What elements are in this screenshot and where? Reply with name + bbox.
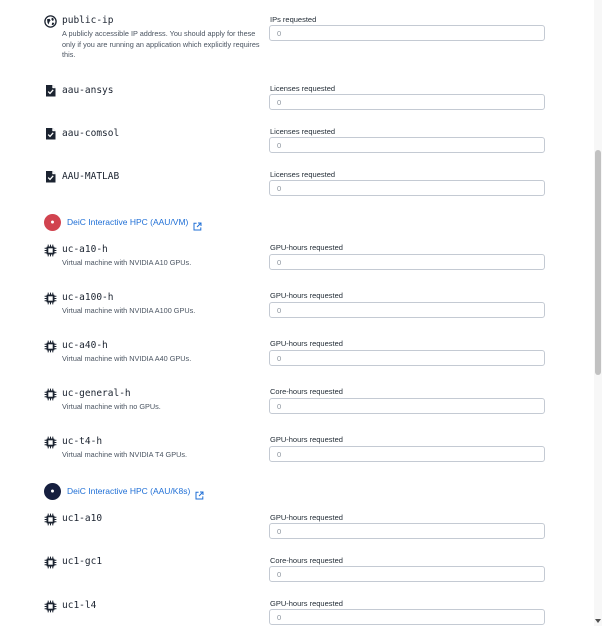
gpu-hours-requested-input[interactable] <box>269 523 545 539</box>
scroll-down-arrow-icon[interactable] <box>595 619 601 623</box>
resource-description: A publicly accessible IP address. You sh… <box>62 29 260 60</box>
vertical-scrollbar[interactable] <box>594 0 602 626</box>
product-name: uc-a100-h <box>62 292 114 303</box>
scrollbar-thumb[interactable] <box>595 150 601 375</box>
licenses-requested-input[interactable] <box>269 180 545 196</box>
field-label: GPU-hours requested <box>270 339 343 348</box>
cpu-chip-icon <box>44 292 57 305</box>
product-name: uc1-l4 <box>62 600 97 611</box>
external-link-icon[interactable] <box>195 487 204 500</box>
core-hours-requested-input[interactable] <box>269 566 545 582</box>
product-description: Virtual machine with no GPUs. <box>62 402 161 411</box>
gpu-hours-requested-input[interactable] <box>269 254 545 270</box>
product-name: uc1-gc1 <box>62 556 103 567</box>
gpu-hours-requested-input[interactable] <box>269 350 545 366</box>
product-name: uc-t4-h <box>62 436 103 447</box>
license-file-icon <box>44 127 57 140</box>
field-label: GPU-hours requested <box>270 243 343 252</box>
field-label: Licenses requested <box>270 127 336 136</box>
product-name: uc-a10-h <box>62 244 108 255</box>
resource-name: aau-ansys <box>62 85 114 96</box>
field-label: Core-hours requested <box>270 387 343 396</box>
globe-icon <box>44 15 57 28</box>
resource-name: aau-comsol <box>62 128 120 139</box>
provider-logo: ● <box>44 214 61 231</box>
field-label: Core-hours requested <box>270 556 343 565</box>
gpu-hours-requested-input[interactable] <box>269 609 545 625</box>
core-hours-requested-input[interactable] <box>269 398 545 414</box>
field-label: Licenses requested <box>270 170 336 179</box>
product-description: Virtual machine with NVIDIA A10 GPUs. <box>62 258 192 267</box>
gpu-hours-requested-input[interactable] <box>269 446 545 462</box>
field-label: GPU-hours requested <box>270 435 343 444</box>
resource-allocation-form: public-ip A publicly accessible IP addre… <box>0 0 594 626</box>
cpu-chip-icon <box>44 556 57 569</box>
provider-link[interactable]: DeiC Interactive HPC (AAU/VM) <box>67 217 188 227</box>
product-name: uc1-a10 <box>62 513 103 524</box>
cpu-chip-icon <box>44 388 57 401</box>
product-name: uc-general-h <box>62 388 131 399</box>
licenses-requested-input[interactable] <box>269 94 545 110</box>
product-description: Virtual machine with NVIDIA A40 GPUs. <box>62 354 192 363</box>
field-label: GPU-hours requested <box>270 291 343 300</box>
field-label: Licenses requested <box>270 84 336 93</box>
resource-name: public-ip <box>62 15 114 26</box>
product-description: Virtual machine with NVIDIA A100 GPUs. <box>62 306 196 315</box>
license-file-icon <box>44 170 57 183</box>
cpu-chip-icon <box>44 340 57 353</box>
licenses-requested-input[interactable] <box>269 137 545 153</box>
field-label: GPU-hours requested <box>270 513 343 522</box>
provider-header-aau-vm: ● DeiC Interactive HPC (AAU/VM) <box>44 214 244 232</box>
provider-logo: ● <box>44 483 61 500</box>
cpu-chip-icon <box>44 436 57 449</box>
field-label: IPs requested <box>270 15 317 24</box>
external-link-icon[interactable] <box>193 218 202 231</box>
ips-requested-input[interactable] <box>269 25 545 41</box>
field-label: GPU-hours requested <box>270 599 343 608</box>
cpu-chip-icon <box>44 600 57 613</box>
product-name: uc-a40-h <box>62 340 108 351</box>
license-file-icon <box>44 84 57 97</box>
product-description: Virtual machine with NVIDIA T4 GPUs. <box>62 450 188 459</box>
cpu-chip-icon <box>44 244 57 257</box>
provider-link[interactable]: DeiC Interactive HPC (AAU/K8s) <box>67 486 190 496</box>
cpu-chip-icon <box>44 513 57 526</box>
provider-header-aau-k8s: ● DeiC Interactive HPC (AAU/K8s) <box>44 483 244 501</box>
gpu-hours-requested-input[interactable] <box>269 302 545 318</box>
resource-name: AAU-MATLAB <box>62 171 120 182</box>
